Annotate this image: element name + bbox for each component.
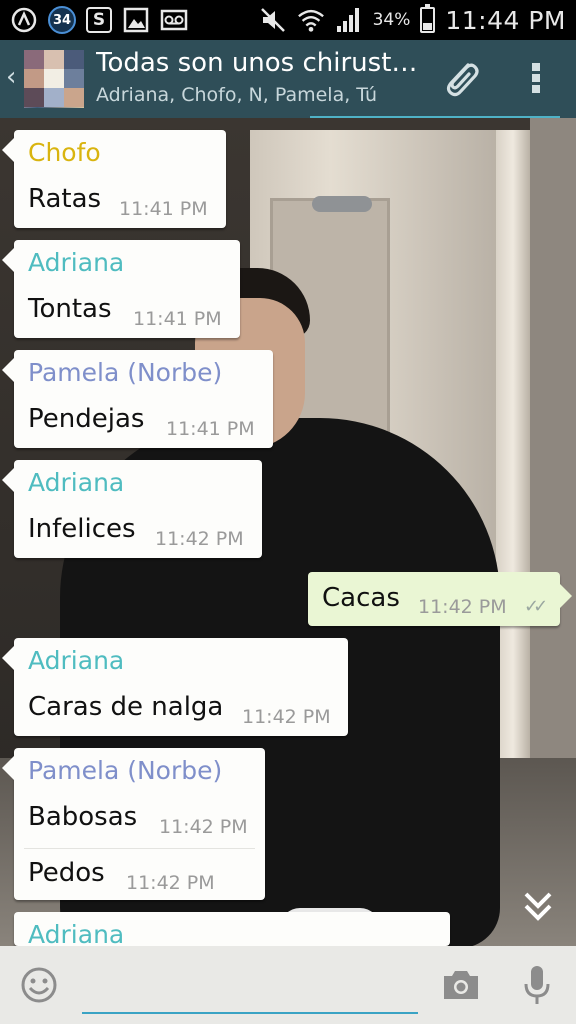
- attach-icon[interactable]: [438, 56, 484, 102]
- clock: 11:44 PM: [445, 5, 566, 35]
- message-text: Caras de nalga: [28, 692, 224, 722]
- message-bubble[interactable]: Adriana: [14, 912, 450, 946]
- message-bubble[interactable]: Adriana Infelices 11:42 PM: [2, 460, 262, 558]
- message-text: Pedos: [28, 858, 105, 888]
- message-time: 11:42 PM: [155, 528, 244, 550]
- message-time: 11:42 PM: [126, 872, 215, 894]
- group-avatar[interactable]: [24, 50, 84, 108]
- scroll-to-bottom-icon[interactable]: [518, 886, 558, 926]
- sender-name: Adriana: [28, 468, 125, 497]
- sender-name: Chofo: [28, 138, 101, 167]
- wifi-icon: [297, 6, 325, 34]
- message-time: 11:42 PM: [159, 816, 248, 838]
- message-bubble[interactable]: Pamela (Norbe) Pendejas 11:41 PM: [2, 350, 273, 448]
- sender-name: Adriana: [28, 248, 125, 277]
- message-bubble[interactable]: Adriana Tontas 11:41 PM: [2, 240, 240, 338]
- sender-name: Pamela (Norbe): [28, 756, 223, 785]
- back-icon[interactable]: ‹: [6, 62, 16, 92]
- message-time: 11:41 PM: [166, 418, 255, 440]
- mute-icon: [259, 6, 287, 34]
- camera-icon[interactable]: [442, 968, 480, 1002]
- whatsapp-icon: [10, 6, 38, 34]
- message-text: Ratas: [28, 184, 102, 214]
- read-receipt-icon: ✓✓: [524, 596, 548, 617]
- message-time: 11:42 PM: [418, 596, 507, 618]
- message-bubble[interactable]: Adriana Caras de nalga 11:42 PM: [2, 638, 348, 736]
- sender-name: Adriana: [28, 920, 125, 946]
- message-input[interactable]: [82, 958, 418, 1014]
- notification-badge: 34: [48, 6, 76, 34]
- message-time: 11:41 PM: [119, 198, 208, 220]
- message-time: 11:42 PM: [242, 706, 331, 728]
- message-bubble[interactable]: Chofo Ratas 11:41 PM: [2, 130, 226, 228]
- emoji-icon[interactable]: [20, 966, 58, 1004]
- microphone-icon[interactable]: [522, 964, 552, 1006]
- message-text: Tontas: [28, 294, 112, 324]
- message-text: Infelices: [28, 514, 136, 544]
- battery-icon: [420, 4, 436, 33]
- chat-header: ‹ Todas son unos chirust… Adriana, Chofo…: [0, 40, 576, 118]
- signal-icon: [335, 6, 363, 34]
- battery-percent: 34%: [372, 10, 411, 30]
- message-input-bar: [0, 946, 576, 1024]
- outgoing-message-bubble[interactable]: Cacas 11:42 PM ✓✓: [308, 572, 572, 626]
- skype-icon: S: [86, 7, 112, 33]
- voicemail-icon: [160, 6, 188, 34]
- overflow-menu-icon[interactable]: [526, 60, 546, 100]
- message-text: Cacas: [322, 583, 400, 613]
- status-bar: 34 S 34% 11:44 PM: [0, 0, 576, 40]
- message-text: Pendejas: [28, 404, 145, 434]
- gallery-icon: [122, 6, 150, 34]
- message-divider: [24, 848, 255, 849]
- sender-name: Pamela (Norbe): [28, 358, 223, 387]
- chat-title[interactable]: Todas son unos chirust…: [96, 48, 426, 78]
- sender-name: Adriana: [28, 646, 125, 675]
- message-time: 11:41 PM: [133, 308, 222, 330]
- message-bubble[interactable]: Pamela (Norbe) Babosas 11:42 PM Pedos 11…: [2, 748, 265, 900]
- chat-participants[interactable]: Adriana, Chofo, N, Pamela, Tú: [96, 84, 377, 106]
- message-text: Babosas: [28, 802, 138, 832]
